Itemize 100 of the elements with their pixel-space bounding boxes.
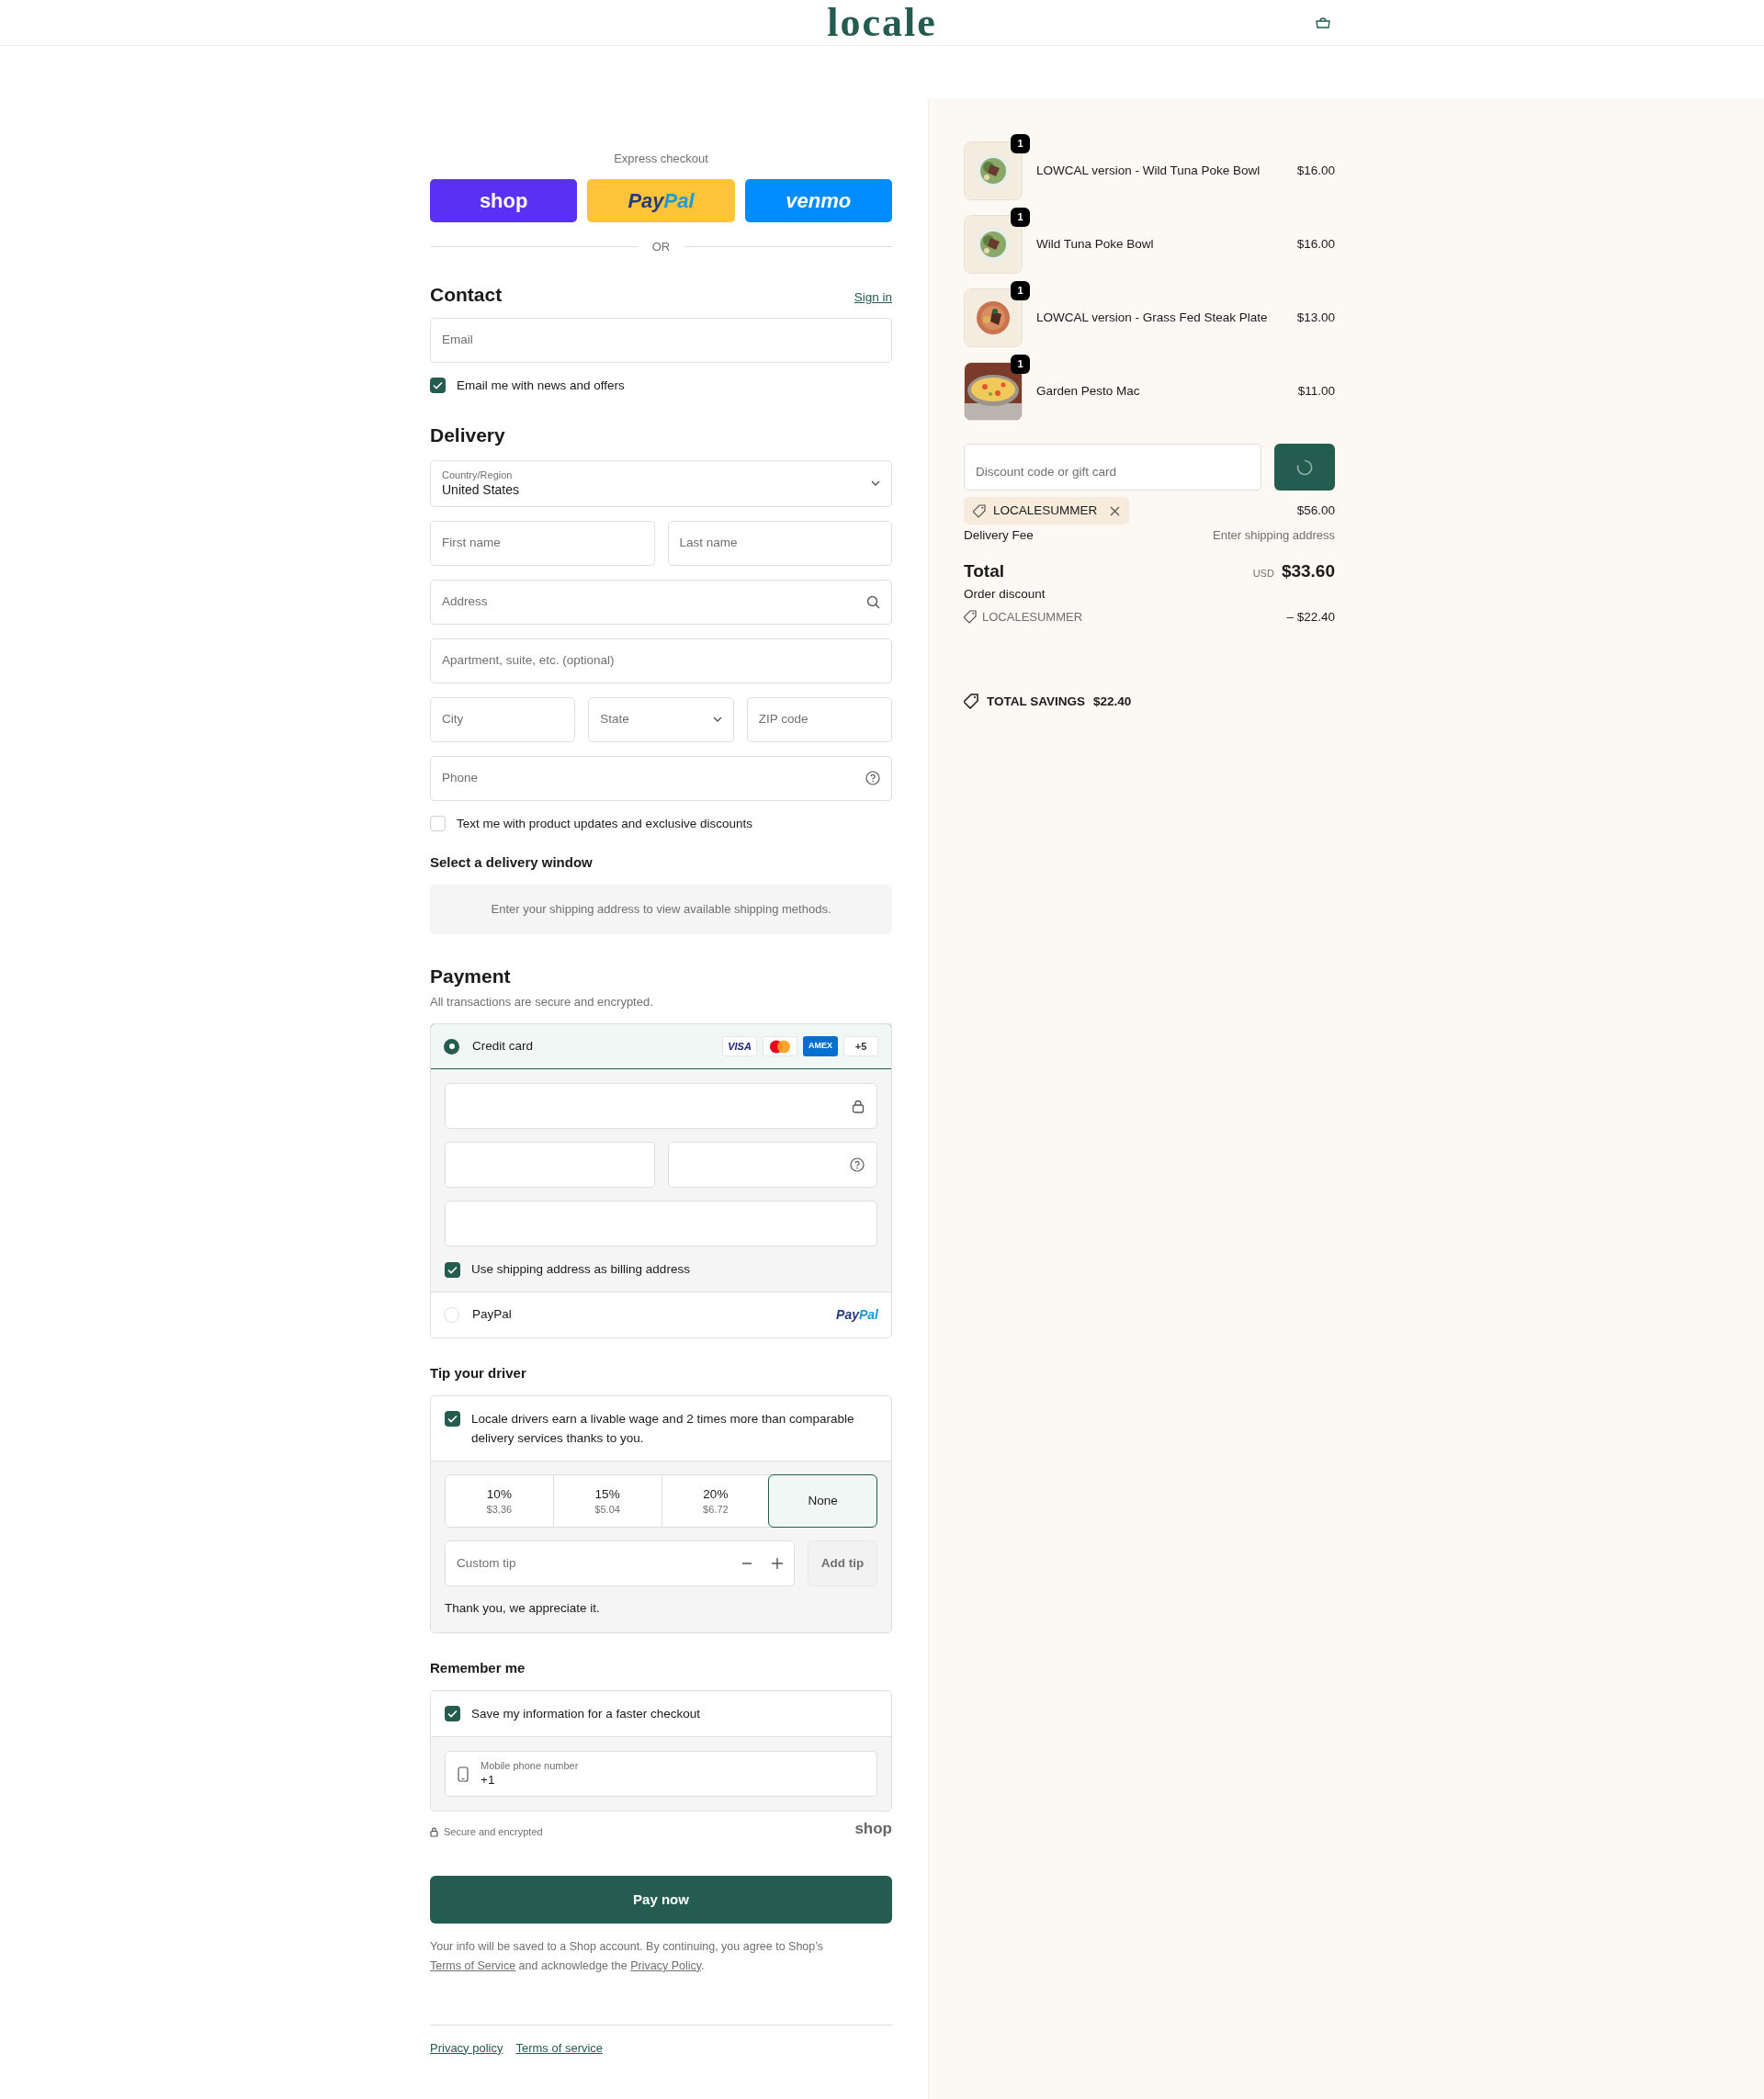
help-icon bbox=[850, 1157, 865, 1172]
item-price: $11.00 bbox=[1297, 382, 1335, 400]
radio-button[interactable] bbox=[444, 1038, 459, 1055]
shop-button[interactable]: shop bbox=[430, 179, 578, 222]
footer-link[interactable]: Terms of service bbox=[515, 2038, 604, 2058]
shop-logo: shop bbox=[854, 1819, 892, 1840]
phone-icon bbox=[458, 1766, 469, 1782]
state-select[interactable]: State bbox=[588, 696, 734, 742]
mastercard-logo bbox=[763, 1036, 797, 1056]
checkbox[interactable] bbox=[445, 1706, 460, 1722]
sign-in-link[interactable]: Sign in bbox=[854, 288, 892, 308]
tip-option[interactable]: 15% $5.04 bbox=[552, 1475, 662, 1527]
bag-icon[interactable] bbox=[1315, 17, 1331, 29]
search-icon bbox=[866, 594, 880, 609]
field-value: +1 bbox=[481, 1772, 496, 1789]
item-name: LOWCAL version - Grass Fed Steak Plate bbox=[1036, 309, 1269, 326]
tip-option[interactable]: None bbox=[768, 1474, 877, 1528]
item-name: Wild Tuna Poke Bowl bbox=[1036, 235, 1155, 253]
custom-tip-field[interactable]: Custom tip bbox=[445, 1540, 795, 1586]
quantity-badge: 1 bbox=[1011, 355, 1030, 374]
input-field[interactable] bbox=[445, 1142, 655, 1188]
field-value: United States bbox=[442, 481, 521, 498]
discount-field[interactable]: Discount code or gift card bbox=[964, 444, 1261, 491]
section-heading: Remember me bbox=[430, 1659, 526, 1678]
quantity-badge: 1 bbox=[1011, 281, 1030, 300]
phone-field[interactable]: Mobile phone number +1 bbox=[445, 1751, 877, 1798]
thank-you-text: Thank you, we appreciate it. bbox=[445, 1600, 601, 1617]
input-field[interactable]: ZIP code bbox=[746, 696, 892, 742]
add-tip-button[interactable]: Add tip bbox=[808, 1540, 877, 1586]
section-heading: Delivery bbox=[430, 423, 506, 447]
more-badge: +5 bbox=[843, 1036, 878, 1056]
payment-option[interactable]: PayPal PayPal bbox=[431, 1292, 891, 1337]
item-price: $13.00 bbox=[1296, 309, 1335, 326]
check-icon bbox=[447, 1415, 458, 1423]
section-heading: Tip your driver bbox=[430, 1364, 527, 1382]
paypal-button[interactable]: PayPal bbox=[587, 179, 735, 222]
quantity-badge: 1 bbox=[1011, 134, 1030, 153]
checkbox-label: Locale drivers earn a livable wage and 2 times more than comparable delivery services thanks to you. bbox=[471, 1411, 855, 1447]
discount-amount: – $22.40 bbox=[1286, 608, 1335, 626]
section-label: Express checkout bbox=[613, 151, 709, 166]
secure-note: Secure and encrypted bbox=[444, 1824, 543, 1839]
summary-label: Order discount bbox=[964, 586, 1046, 604]
input-field[interactable]: City bbox=[430, 696, 576, 742]
checkbox[interactable] bbox=[430, 816, 446, 831]
checkbox-label: Text me with product updates and exclusive discounts bbox=[457, 815, 752, 832]
tag-icon bbox=[964, 610, 977, 625]
checkbox-label: Save my information for a faster checkout bbox=[471, 1705, 701, 1722]
input-field[interactable]: Address bbox=[430, 579, 892, 625]
input-field[interactable] bbox=[445, 1201, 877, 1247]
checkbox[interactable] bbox=[445, 1411, 460, 1427]
tag-icon bbox=[973, 503, 986, 518]
savings-value: $22.40 bbox=[1093, 693, 1132, 710]
country-select[interactable]: Country/Region United States bbox=[430, 459, 892, 507]
tag-icon bbox=[964, 694, 978, 710]
item-name: Garden Pesto Mac bbox=[1036, 382, 1141, 400]
logo[interactable]: locale bbox=[827, 2, 937, 43]
close-icon bbox=[1110, 505, 1121, 516]
section-subtitle: All transactions are secure and encrypted. bbox=[430, 993, 654, 1010]
section-heading: Select a delivery window bbox=[430, 852, 594, 872]
summary-value: Enter shipping address bbox=[1213, 527, 1335, 545]
divider-label: OR bbox=[651, 239, 671, 255]
policy-link[interactable]: Terms of Service bbox=[430, 1958, 516, 1972]
footer-link[interactable]: Privacy policy bbox=[430, 2038, 503, 2058]
amex-logo: AMEX bbox=[803, 1036, 838, 1056]
email-field[interactable]: Email bbox=[430, 317, 892, 363]
visa-logo: VISA bbox=[722, 1036, 757, 1056]
checkbox-label: Email me with news and offers bbox=[457, 377, 625, 394]
radio-button[interactable] bbox=[444, 1307, 459, 1323]
apply-button[interactable] bbox=[1274, 444, 1335, 491]
section-heading: Contact bbox=[430, 282, 503, 307]
total-value: $33.60 bbox=[1281, 560, 1335, 582]
item-name: LOWCAL version - Wild Tuna Poke Bowl bbox=[1036, 162, 1261, 179]
paypal-logo: PayPal bbox=[836, 1306, 878, 1324]
input-field[interactable] bbox=[667, 1142, 877, 1188]
input-field[interactable]: First name bbox=[430, 520, 655, 566]
subtotal-value: $56.00 bbox=[1296, 502, 1335, 519]
check-icon bbox=[447, 1265, 458, 1274]
quantity-badge: 1 bbox=[1011, 208, 1030, 227]
checkbox[interactable] bbox=[430, 378, 446, 393]
input-field[interactable]: Last name bbox=[667, 520, 892, 566]
lock-icon bbox=[430, 1826, 438, 1837]
venmo-button[interactable]: venmo bbox=[744, 179, 892, 222]
input-field[interactable]: Apartment, suite, etc. (optional) bbox=[430, 638, 892, 683]
plus-icon bbox=[772, 1558, 783, 1569]
pay-now-button[interactable]: Pay now bbox=[430, 1875, 892, 1924]
disclaimer-text: Your info will be saved to a Shop account. By continuing, you agree to Shop’s Terms of Service and acknowledge the Privacy Policy. bbox=[430, 1938, 825, 1974]
input-field[interactable]: Phone bbox=[430, 755, 892, 801]
check-icon bbox=[433, 381, 443, 389]
checkbox[interactable] bbox=[445, 1261, 460, 1278]
total-label: Total bbox=[964, 560, 1004, 582]
check-icon bbox=[447, 1710, 458, 1719]
checkbox-label: Use shipping address as billing address bbox=[471, 1261, 690, 1278]
spinner-icon bbox=[1296, 458, 1313, 476]
payment-option[interactable]: Credit card VISA AMEX +5 bbox=[431, 1024, 891, 1069]
info-message: Enter your shipping address to view available shipping methods. bbox=[430, 884, 892, 934]
summary-label: Delivery Fee bbox=[964, 527, 1034, 544]
field-label: Country/Region bbox=[442, 468, 514, 481]
item-price: $16.00 bbox=[1296, 235, 1335, 253]
input-field[interactable] bbox=[445, 1083, 877, 1129]
tip-option[interactable]: 10% $3.36 bbox=[446, 1475, 553, 1527]
